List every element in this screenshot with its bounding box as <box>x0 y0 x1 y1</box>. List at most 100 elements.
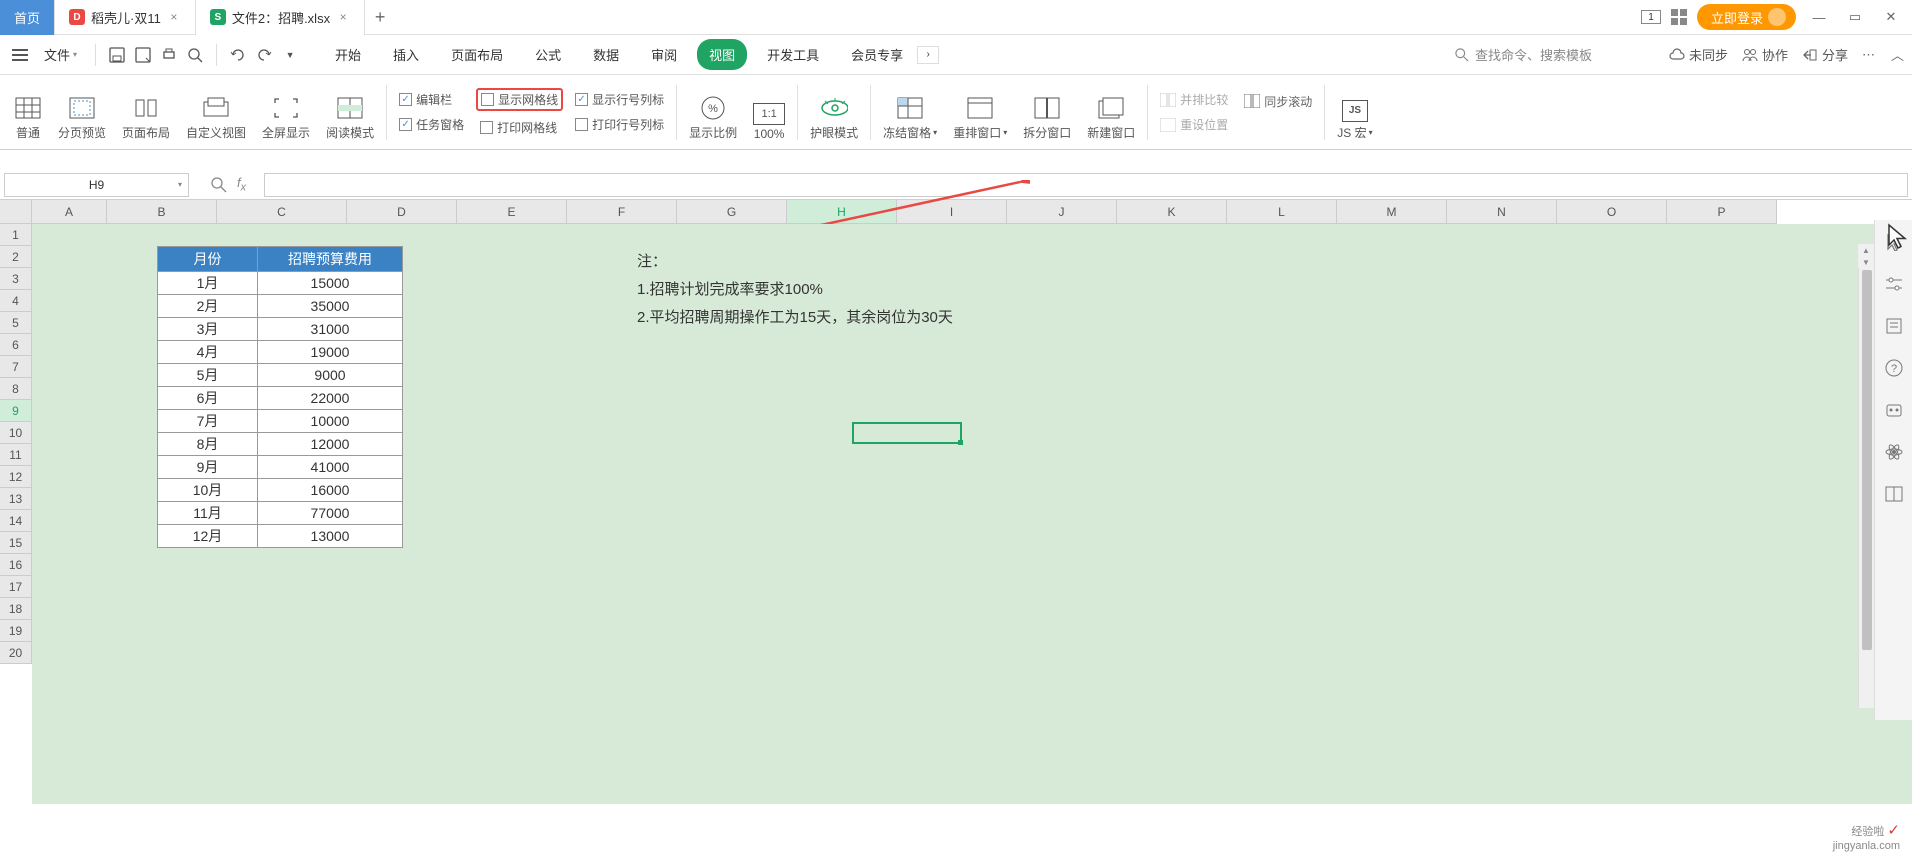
col-header[interactable]: O <box>1557 200 1667 224</box>
row-header[interactable]: 14 <box>0 510 32 532</box>
col-header[interactable]: E <box>457 200 567 224</box>
print-icon[interactable] <box>158 44 180 66</box>
zoom-100[interactable]: 1:1 100% <box>745 80 793 145</box>
fx-icon[interactable]: fx <box>237 175 246 194</box>
login-button[interactable]: 立即登录 <box>1697 4 1796 30</box>
row-header[interactable]: 19 <box>0 620 32 642</box>
atom-icon[interactable] <box>1884 442 1904 462</box>
grid-body[interactable]: 月份招聘预算费用 1月150002月350003月310004月190005月9… <box>32 224 1912 804</box>
col-header[interactable]: L <box>1227 200 1337 224</box>
row-header[interactable]: 10 <box>0 422 32 444</box>
menu-tab-2[interactable]: 页面布局 <box>439 39 515 70</box>
more-options-icon[interactable]: ⋯ <box>1862 47 1877 63</box>
col-header[interactable]: N <box>1447 200 1557 224</box>
row-header[interactable]: 11 <box>0 444 32 466</box>
properties-icon[interactable] <box>1884 316 1904 336</box>
book-icon[interactable] <box>1884 484 1904 504</box>
tab-doc1[interactable]: D 稻壳儿·双11 × <box>55 0 196 35</box>
row-header[interactable]: 12 <box>0 466 32 488</box>
help-icon[interactable]: ? <box>1884 358 1904 378</box>
save-icon[interactable] <box>106 44 128 66</box>
col-header[interactable]: M <box>1337 200 1447 224</box>
menu-tab-8[interactable]: 会员专享 <box>839 39 915 70</box>
close-icon[interactable]: × <box>167 10 181 24</box>
close-window-icon[interactable]: ✕ <box>1878 4 1904 30</box>
split-window[interactable]: 拆分窗口 <box>1015 80 1079 145</box>
sliders-icon[interactable] <box>1884 274 1904 294</box>
row-header[interactable]: 16 <box>0 554 32 576</box>
eye-mode[interactable]: 护眼模式 <box>802 80 866 145</box>
row-header[interactable]: 15 <box>0 532 32 554</box>
menu-tab-5[interactable]: 审阅 <box>639 39 689 70</box>
minimize-icon[interactable]: — <box>1806 4 1832 30</box>
row-header[interactable]: 20 <box>0 642 32 664</box>
check-headings[interactable]: ✓显示行号列标 <box>575 91 664 108</box>
redo-icon[interactable] <box>253 44 275 66</box>
search-icon[interactable] <box>211 177 227 193</box>
row-header[interactable]: 4 <box>0 290 32 312</box>
tab-doc2-active[interactable]: S 文件2：招聘.xlsx × <box>196 0 365 35</box>
row-header[interactable]: 9 <box>0 400 32 422</box>
view-read-mode[interactable]: 阅读模式 <box>318 80 382 145</box>
select-all-corner[interactable] <box>0 200 32 224</box>
menu-tab-3[interactable]: 公式 <box>523 39 573 70</box>
new-window[interactable]: 新建窗口 <box>1079 80 1143 145</box>
share-button[interactable]: 分享 <box>1802 45 1848 64</box>
col-header[interactable]: G <box>677 200 787 224</box>
js-macro[interactable]: JS JS 宏 ▾ <box>1329 80 1380 145</box>
file-menu[interactable]: 文件 <box>36 41 85 68</box>
scroll-split-icon[interactable]: ▲▼ <box>1858 244 1874 268</box>
apps-icon[interactable] <box>1671 9 1687 25</box>
collapse-ribbon-icon[interactable]: ︿ <box>1891 45 1904 64</box>
col-header[interactable]: I <box>897 200 1007 224</box>
sync-status[interactable]: 未同步 <box>1669 45 1728 64</box>
save-as-icon[interactable] <box>132 44 154 66</box>
collab-button[interactable]: 协作 <box>1742 45 1788 64</box>
col-header[interactable]: F <box>567 200 677 224</box>
col-header[interactable]: D <box>347 200 457 224</box>
col-header[interactable]: C <box>217 200 347 224</box>
undo-icon[interactable] <box>227 44 249 66</box>
row-header[interactable]: 3 <box>0 268 32 290</box>
row-header[interactable]: 8 <box>0 378 32 400</box>
row-header[interactable]: 5 <box>0 312 32 334</box>
menu-tab-7[interactable]: 开发工具 <box>755 39 831 70</box>
cursor-icon[interactable] <box>1884 232 1904 252</box>
zoom-ratio[interactable]: % 显示比例 <box>681 80 745 145</box>
freeze-panes[interactable]: 冻结窗格 ▾ <box>875 80 945 145</box>
row-header[interactable]: 18 <box>0 598 32 620</box>
col-header[interactable]: P <box>1667 200 1777 224</box>
check-editbar[interactable]: ✓编辑栏 <box>399 91 464 108</box>
maximize-icon[interactable]: ▭ <box>1842 4 1868 30</box>
row-header[interactable]: 1 <box>0 224 32 246</box>
check-taskpane[interactable]: ✓任务窗格 <box>399 116 464 133</box>
view-normal[interactable]: 普通 <box>6 80 50 145</box>
menu-tab-0[interactable]: 开始 <box>323 39 373 70</box>
sync-scroll[interactable]: 同步滚动 <box>1244 93 1312 110</box>
row-header[interactable]: 2 <box>0 246 32 268</box>
view-page-break[interactable]: 分页预览 <box>50 80 114 145</box>
layout-1-icon[interactable]: 1 <box>1641 10 1661 24</box>
view-fullscreen[interactable]: 全屏显示 <box>254 80 318 145</box>
row-header[interactable]: 7 <box>0 356 32 378</box>
search-input[interactable]: 查找命令、搜索模板 <box>1455 45 1655 64</box>
check-print-head[interactable]: 打印行号列标 <box>575 116 664 133</box>
col-header[interactable]: J <box>1007 200 1117 224</box>
row-header[interactable]: 6 <box>0 334 32 356</box>
hamburger-icon[interactable] <box>8 45 32 65</box>
vertical-scrollbar[interactable] <box>1858 268 1874 708</box>
chevron-down-icon[interactable]: ▼ <box>279 44 301 66</box>
print-preview-icon[interactable] <box>184 44 206 66</box>
check-gridlines[interactable]: 显示网格线 <box>476 88 563 111</box>
menu-tab-4[interactable]: 数据 <box>581 39 631 70</box>
close-icon[interactable]: × <box>336 10 350 24</box>
menu-tab-1[interactable]: 插入 <box>381 39 431 70</box>
row-header[interactable]: 13 <box>0 488 32 510</box>
col-header[interactable]: A <box>32 200 107 224</box>
arrange-windows[interactable]: 重排窗口 ▾ <box>945 80 1015 145</box>
view-page-layout[interactable]: 页面布局 <box>114 80 178 145</box>
view-custom[interactable]: 自定义视图 <box>178 80 254 145</box>
col-header[interactable]: K <box>1117 200 1227 224</box>
col-header[interactable]: H <box>787 200 897 224</box>
more-menu-icon[interactable]: › <box>917 46 939 64</box>
